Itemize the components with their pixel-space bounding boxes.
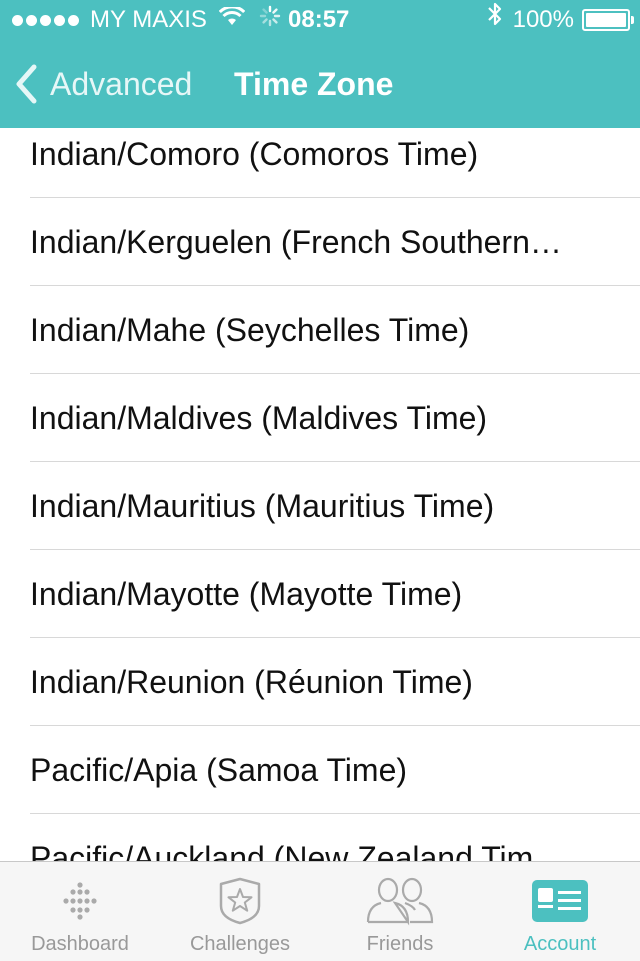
tab-account[interactable]: Account xyxy=(480,862,640,961)
navigation-bar: Advanced Time Zone xyxy=(0,40,640,128)
account-card-icon xyxy=(532,880,588,922)
battery-icon xyxy=(582,9,634,31)
friends-people-icon xyxy=(366,877,434,926)
carrier-name: MY MAXIS xyxy=(90,6,207,33)
list-item-time-zone[interactable]: Indian/Kerguelen (French Southern… xyxy=(30,198,640,286)
back-button[interactable]: Advanced xyxy=(14,60,192,108)
activity-spinner-icon xyxy=(259,0,281,40)
tab-friends-label: Friends xyxy=(366,933,434,955)
status-bar-right: 100% xyxy=(487,0,634,40)
list-item-time-zone[interactable]: Indian/Comoro (Comoros Time) xyxy=(30,128,640,198)
status-bar-left: MY MAXIS xyxy=(12,0,281,40)
header: MY MAXIS 08:57 100% Advanced Time Zone xyxy=(0,0,640,128)
list-item-time-zone[interactable]: Indian/Mayotte (Mayotte Time) xyxy=(30,550,640,638)
challenges-star-badge-icon xyxy=(219,877,261,925)
list-item-time-zone[interactable]: Indian/Reunion (Réunion Time) xyxy=(30,638,640,726)
signal-strength-icon xyxy=(12,14,82,26)
back-button-label: Advanced xyxy=(50,65,193,102)
bluetooth-icon xyxy=(487,0,503,40)
dashboard-dots-icon xyxy=(63,882,97,920)
time-zone-list[interactable]: Indian/Comoro (Comoros Time) Indian/Kerg… xyxy=(0,128,640,861)
tab-account-label: Account xyxy=(523,933,597,955)
tab-friends[interactable]: Friends xyxy=(320,862,480,961)
list-item-time-zone[interactable]: Indian/Mauritius (Mauritius Time) xyxy=(30,462,640,550)
list-item-time-zone[interactable]: Indian/Mahe (Seychelles Time) xyxy=(30,286,640,374)
tab-bar: Dashboard Challenges Friends Account xyxy=(0,861,640,961)
status-time: 08:57 xyxy=(288,6,350,33)
tab-challenges[interactable]: Challenges xyxy=(160,862,320,961)
tab-dashboard-label: Dashboard xyxy=(31,933,129,955)
status-bar: MY MAXIS 08:57 100% xyxy=(0,0,640,40)
page-title: Time Zone xyxy=(234,66,394,102)
battery-percent: 100% xyxy=(512,6,574,33)
list-item-time-zone[interactable]: Pacific/Apia (Samoa Time) xyxy=(30,726,640,814)
tab-dashboard[interactable]: Dashboard xyxy=(0,862,160,961)
tab-challenges-label: Challenges xyxy=(189,933,291,955)
list-item-time-zone[interactable]: Indian/Maldives (Maldives Time) xyxy=(30,374,640,462)
list-item-time-zone[interactable]: Pacific/Auckland (New Zealand Tim xyxy=(30,814,640,861)
chevron-left-icon xyxy=(16,64,37,104)
wifi-icon xyxy=(218,0,246,40)
